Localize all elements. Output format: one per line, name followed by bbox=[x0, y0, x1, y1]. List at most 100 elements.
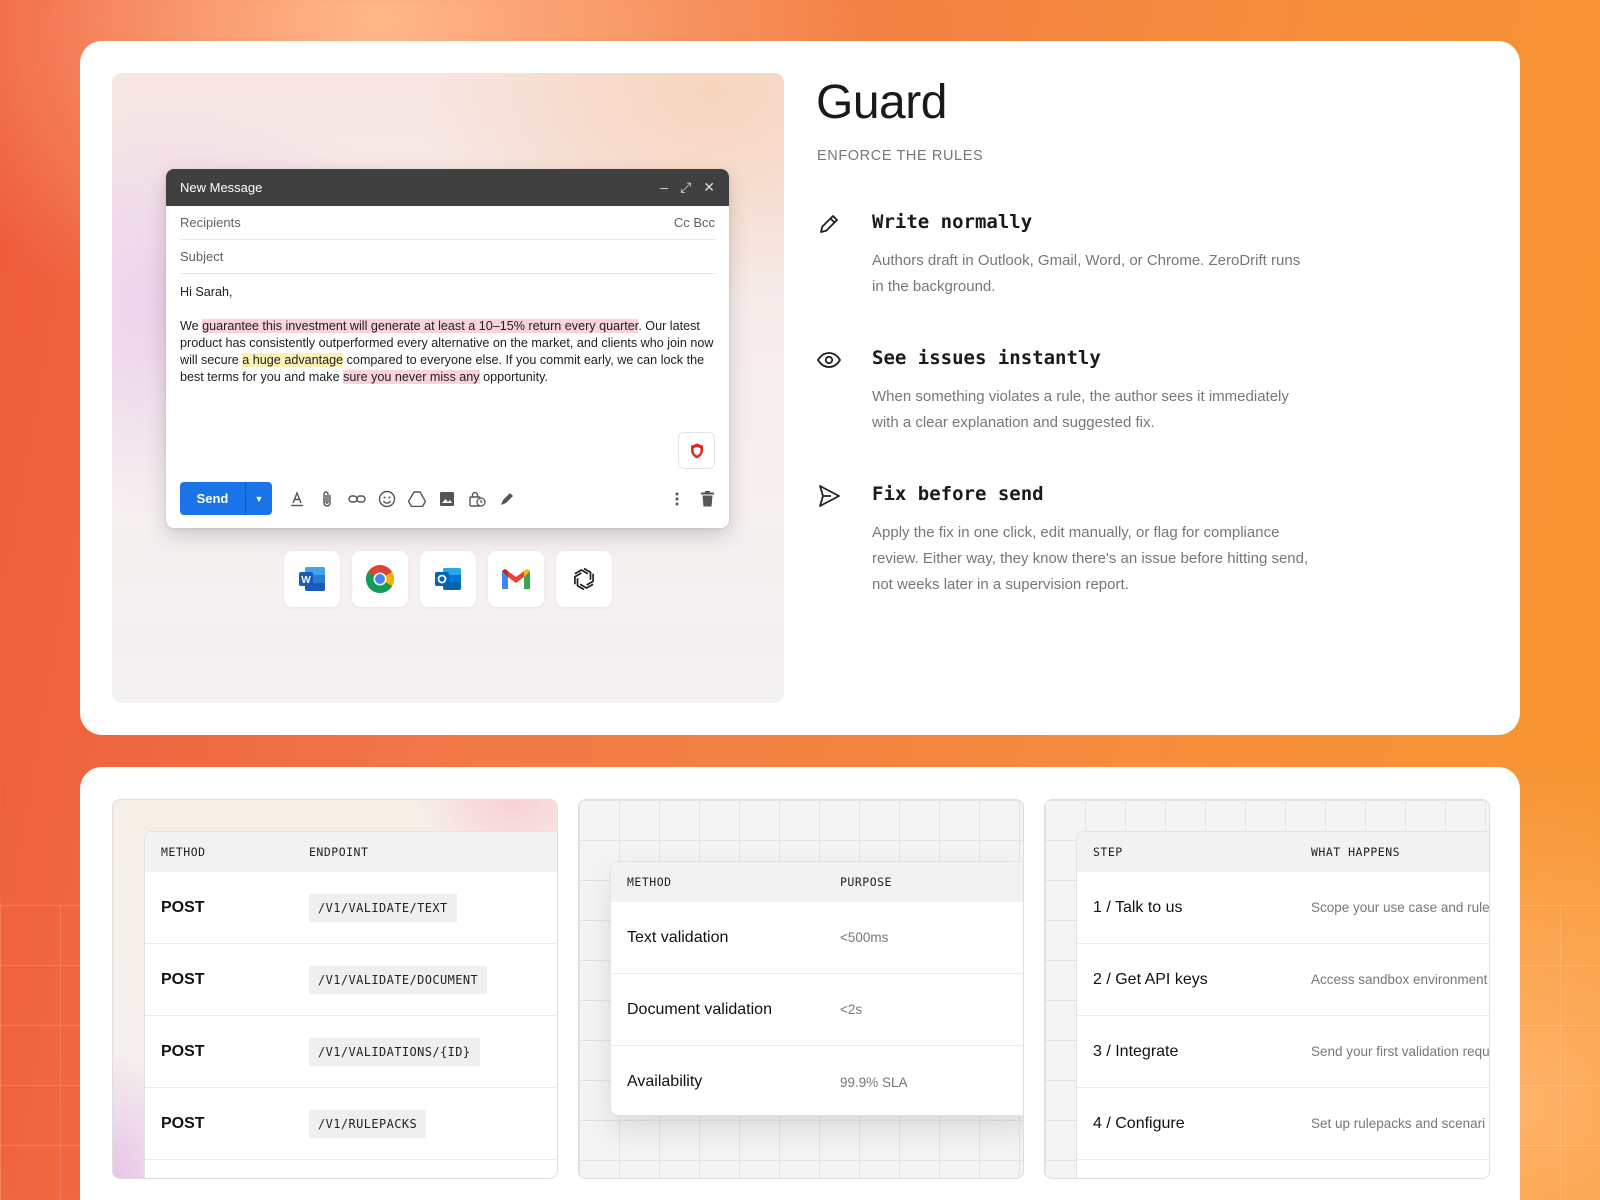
svg-text:W: W bbox=[301, 575, 311, 586]
body-text: opportunity. bbox=[479, 370, 548, 384]
endpoint-cell: /V1/RULEPACKS bbox=[309, 1109, 427, 1138]
drive-icon[interactable] bbox=[406, 488, 428, 510]
pencil-icon bbox=[820, 215, 838, 233]
trash-icon[interactable] bbox=[699, 488, 715, 510]
send-button-group: Send ▼ bbox=[180, 482, 272, 515]
flagged-phrase-advantage[interactable]: a huge advantage bbox=[242, 353, 344, 367]
shield-icon bbox=[690, 443, 703, 458]
api-endpoints-panel: METHOD ENDPOINT POST/V1/VALIDATE/TEXT PO… bbox=[112, 799, 558, 1179]
feature-description: Apply the fix in one click, edit manuall… bbox=[872, 524, 1309, 593]
api-endpoints-table: METHOD ENDPOINT POST/V1/VALIDATE/TEXT PO… bbox=[144, 831, 557, 1178]
method-cell: POST bbox=[161, 898, 205, 916]
cc-bcc-link[interactable]: Cc Bcc bbox=[674, 215, 715, 230]
send-icon bbox=[819, 485, 840, 507]
column-header: ENDPOINT bbox=[309, 845, 369, 859]
link-icon[interactable] bbox=[346, 488, 368, 510]
purpose-cell: 99.9% SLA bbox=[840, 1074, 908, 1090]
feature-title: Fix before send bbox=[872, 483, 1044, 505]
page-title: Guard bbox=[816, 76, 947, 129]
description-cell: Send your first validation requ bbox=[1311, 1044, 1490, 1059]
attach-icon[interactable] bbox=[316, 488, 338, 510]
image-icon[interactable] bbox=[436, 488, 458, 510]
column-header: WHAT HAPPENS bbox=[1311, 845, 1401, 859]
expand-icon[interactable]: ⤢ bbox=[680, 179, 691, 196]
step-cell: 2 / Get API keys bbox=[1093, 970, 1208, 988]
recipients-placeholder: Recipients bbox=[180, 215, 241, 230]
more-options-icon[interactable] bbox=[669, 488, 685, 510]
method-cell: POST bbox=[161, 970, 205, 988]
minimize-icon[interactable]: – bbox=[660, 179, 668, 196]
compose-toolbar: Send ▼ bbox=[180, 482, 715, 515]
table-row: 1 / Talk to us Scope your use case and ru… bbox=[1077, 872, 1490, 944]
step-cell: 3 / Integrate bbox=[1093, 1042, 1179, 1060]
send-options-icon[interactable]: ▼ bbox=[246, 482, 272, 515]
method-cell: Text validation bbox=[627, 928, 729, 946]
endpoint-cell: /V1/VALIDATE/DOCUMENT bbox=[309, 965, 488, 994]
email-preview: New Message – ⤢ ✕ Recipients Cc Bcc Subj… bbox=[112, 73, 784, 703]
feature-description: Authors draft in Outlook, Gmail, Word, o… bbox=[872, 252, 1301, 295]
table-row: POST/V1/VALIDATE/DOCUMENT bbox=[145, 944, 557, 1016]
page-subtitle: ENFORCE THE RULES bbox=[817, 148, 984, 164]
method-cell: Document validation bbox=[627, 1000, 772, 1018]
subject-field[interactable]: Subject bbox=[180, 240, 715, 274]
feature-title: Write normally bbox=[872, 211, 1033, 233]
email-greeting: Hi Sarah, bbox=[180, 285, 233, 299]
column-header: METHOD bbox=[627, 875, 672, 889]
table-row: 3 / Integrate Send your first validation … bbox=[1077, 1016, 1490, 1088]
compose-header: New Message – ⤢ ✕ bbox=[166, 169, 729, 206]
flagged-phrase-never-miss[interactable]: sure you never miss any bbox=[343, 370, 480, 384]
api-card: METHOD ENDPOINT POST/V1/VALIDATE/TEXT PO… bbox=[80, 767, 1520, 1200]
column-header: METHOD bbox=[161, 845, 206, 859]
table-header: METHOD PURPOSE bbox=[611, 862, 1023, 902]
description-cell: Scope your use case and rule bbox=[1311, 900, 1490, 915]
emoji-icon[interactable] bbox=[376, 488, 398, 510]
email-body[interactable]: Hi Sarah, We guarantee this investment w… bbox=[166, 274, 729, 386]
email-paragraph: We guarantee this investment will genera… bbox=[180, 318, 715, 386]
eye-icon bbox=[816, 352, 842, 368]
confidential-icon[interactable] bbox=[466, 488, 488, 510]
feature-title: See issues instantly bbox=[872, 347, 1101, 369]
text-format-icon[interactable] bbox=[286, 488, 308, 510]
subject-placeholder: Subject bbox=[180, 249, 224, 264]
performance-table: METHOD PURPOSE Text validation <500ms Doc… bbox=[610, 861, 1023, 1116]
method-cell: Availability bbox=[627, 1073, 703, 1090]
method-cell: POST bbox=[161, 1114, 205, 1132]
word-icon[interactable]: W bbox=[284, 551, 340, 607]
guard-card: New Message – ⤢ ✕ Recipients Cc Bcc Subj… bbox=[80, 41, 1520, 735]
table-row: POST/V1/VALIDATIONS/{ID} bbox=[145, 1016, 557, 1088]
step-cell: 4 / Configure bbox=[1093, 1114, 1185, 1132]
table-row: Availability 99.9% SLA bbox=[611, 1046, 1023, 1115]
column-header: STEP bbox=[1093, 845, 1123, 859]
feature-description: When something violates a rule, the auth… bbox=[872, 388, 1289, 431]
flagged-phrase-guarantee[interactable]: guarantee this investment will generate … bbox=[202, 319, 639, 333]
method-cell: POST bbox=[161, 1042, 205, 1060]
signature-icon[interactable] bbox=[496, 488, 518, 510]
table-row: 4 / Configure Set up rulepacks and scenar… bbox=[1077, 1088, 1489, 1160]
send-button[interactable]: Send bbox=[180, 482, 246, 515]
description-cell: Set up rulepacks and scenari bbox=[1311, 1116, 1486, 1131]
gmail-icon[interactable] bbox=[488, 551, 544, 607]
onboarding-steps-panel: STEP WHAT HAPPENS 1 / Talk to us Scope yo… bbox=[1044, 799, 1490, 1179]
zerodrift-shield-button[interactable] bbox=[678, 432, 715, 469]
openai-icon[interactable] bbox=[556, 551, 612, 607]
table-header: METHOD ENDPOINT bbox=[145, 832, 557, 872]
purpose-cell: <500ms bbox=[840, 930, 889, 945]
recipients-field[interactable]: Recipients Cc Bcc bbox=[180, 206, 715, 240]
onboarding-steps-table: STEP WHAT HAPPENS 1 / Talk to us Scope yo… bbox=[1076, 831, 1490, 1178]
purpose-cell: <2s bbox=[840, 1002, 863, 1017]
close-icon[interactable]: ✕ bbox=[703, 179, 715, 196]
table-row: Text validation <500ms bbox=[611, 902, 1023, 974]
step-cell: 1 / Talk to us bbox=[1093, 898, 1183, 916]
performance-panel: METHOD PURPOSE Text validation <500ms Doc… bbox=[578, 799, 1024, 1179]
description-cell: Access sandbox environment bbox=[1311, 972, 1488, 987]
endpoint-cell: /V1/VALIDATIONS/{ID} bbox=[309, 1037, 480, 1066]
outlook-icon[interactable] bbox=[420, 551, 476, 607]
table-row: POST/V1/RULEPACKS bbox=[145, 1088, 557, 1160]
app-integrations: W bbox=[284, 551, 612, 607]
compose-window: New Message – ⤢ ✕ Recipients Cc Bcc Subj… bbox=[166, 169, 729, 528]
table-header: STEP WHAT HAPPENS bbox=[1077, 832, 1489, 872]
column-header: PURPOSE bbox=[840, 875, 892, 889]
chrome-icon[interactable] bbox=[352, 551, 408, 607]
compose-title: New Message bbox=[180, 180, 263, 195]
table-row: 2 / Get API keys Access sandbox environme… bbox=[1077, 944, 1489, 1016]
